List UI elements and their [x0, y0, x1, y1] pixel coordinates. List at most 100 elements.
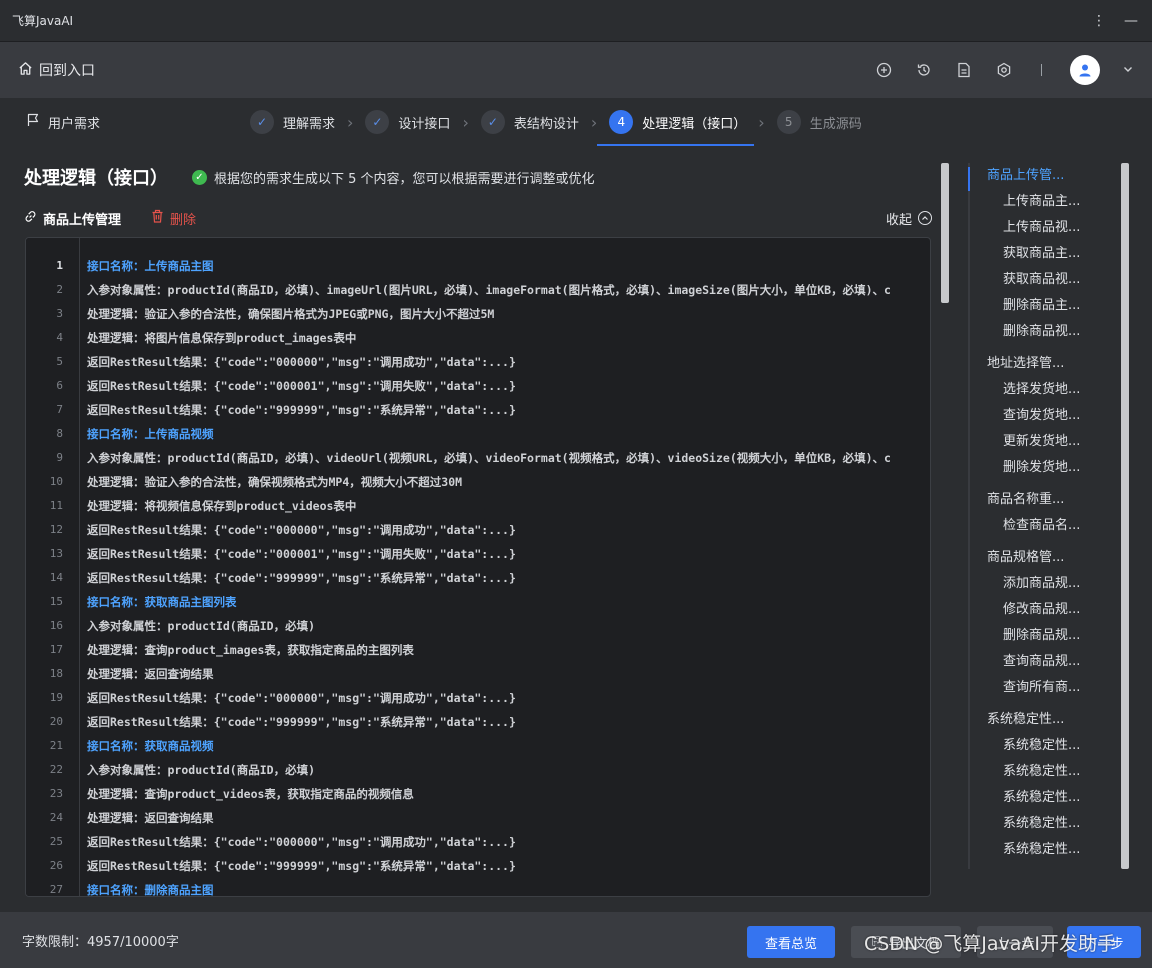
chevron-down-icon[interactable] [1122, 63, 1134, 78]
minimize-icon[interactable]: — [1124, 13, 1138, 29]
outline-item[interactable]: 修改商品规... [970, 597, 1120, 623]
outline-item[interactable]: 系统稳定性... [970, 837, 1120, 863]
step-generate-source[interactable]: 5 生成源码 [776, 98, 862, 146]
char-limit: 字数限制：4957/10000字 [22, 934, 179, 950]
view-overview-button[interactable]: 查看总览 [747, 926, 835, 958]
code-line: 返回RestResult结果：{"code":"999999","msg":"系… [87, 403, 516, 417]
header-divider [1041, 64, 1042, 76]
user-requirement-tab[interactable]: 用户需求 [26, 113, 250, 132]
check-icon: ✓ [480, 110, 505, 134]
code-line: 返回RestResult结果：{"code":"999999","msg":"系… [87, 571, 516, 585]
outline-group[interactable]: 商品规格管... [970, 545, 1120, 571]
step-label: 处理逻辑（接口） [642, 116, 747, 132]
line-number: 21 [49, 739, 63, 752]
outline-group[interactable]: 商品名称重... [970, 487, 1120, 513]
line-number: 25 [49, 835, 63, 848]
line-number: 1 [56, 259, 63, 272]
outline-item[interactable]: 系统稳定性... [970, 733, 1120, 759]
outline-item[interactable]: 系统稳定性... [970, 759, 1120, 785]
history-icon[interactable] [915, 61, 933, 79]
line-number: 2 [56, 283, 63, 296]
code-line: 入参对象属性：productId(商品ID，必填)、videoUrl(视频URL… [87, 451, 891, 465]
outline-item[interactable]: 系统稳定性... [970, 785, 1120, 811]
outline-item[interactable]: 删除商品规... [970, 623, 1120, 649]
api-name-line: 接口名称：删除商品主图 [87, 883, 214, 896]
step-number: 5 [776, 110, 801, 134]
outline-item[interactable]: 获取商品主... [970, 241, 1120, 267]
main-scrollbar[interactable] [941, 163, 949, 303]
api-name-line: 接口名称：上传商品主图 [87, 259, 214, 273]
user-avatar[interactable] [1070, 55, 1100, 85]
outline-item[interactable]: 查询商品规... [970, 649, 1120, 675]
home-icon [18, 61, 33, 80]
line-number: 8 [56, 427, 63, 440]
code-area[interactable]: 接口名称：上传商品主图入参对象属性：productId(商品ID，必填)、ima… [87, 238, 930, 896]
line-number-gutter: 1 2 3 4 5 6 7 8 9 10 11 12 13 14 15 16 17 18 19 20 21 22 23 24 2… [26, 238, 80, 896]
code-line: 返回RestResult结果：{"code":"000001","msg":"调… [87, 379, 516, 393]
outline-item[interactable]: 检查商品名... [970, 513, 1120, 539]
outline-item[interactable]: 删除商品主... [970, 293, 1120, 319]
code-line: 入参对象属性：productId(商品ID，必填)、imageUrl(图片URL… [87, 283, 891, 297]
flag-icon [26, 113, 40, 131]
outline-item[interactable]: 上传商品视... [970, 215, 1120, 241]
step-number: 4 [609, 110, 634, 134]
step-table-design[interactable]: ✓ 表结构设计 [480, 98, 579, 146]
back-to-entry-button[interactable]: 回到入口 [18, 60, 95, 80]
outline-item[interactable]: 更新发货地... [970, 429, 1120, 455]
outline-item[interactable]: 查询所有商... [970, 675, 1120, 701]
module-name-label: 商品上传管理 [43, 212, 122, 228]
previous-step-button[interactable]: 上一步 [977, 926, 1053, 958]
check-icon: ✓ [365, 110, 390, 134]
step-understand[interactable]: ✓ 理解需求 [250, 98, 335, 146]
export-label: 导出文档 [888, 936, 941, 952]
code-editor[interactable]: 1 2 3 4 5 6 7 8 9 10 11 12 13 14 15 16 17 18 19 20 21 22 23 24 2… [25, 237, 931, 897]
step-logic[interactable]: 4 处理逻辑（接口） [597, 98, 755, 146]
code-line: 返回RestResult结果：{"code":"999999","msg":"系… [87, 715, 516, 729]
outline-group[interactable]: 商品上传管... [970, 163, 1120, 189]
outline-group[interactable]: 地址选择管... [970, 351, 1120, 377]
success-check-icon: ✓ [192, 169, 207, 185]
outline-item[interactable]: 系统稳定性... [970, 811, 1120, 837]
outline-item[interactable]: 上传商品主... [970, 189, 1120, 215]
line-number: 14 [49, 571, 63, 584]
trash-icon [151, 209, 164, 227]
outline-item[interactable]: 添加商品规... [970, 571, 1120, 597]
check-icon: ✓ [250, 110, 274, 134]
export-document-button[interactable]: ⎘ 导出文档 [851, 926, 961, 958]
code-line: 返回RestResult结果：{"code":"000000","msg":"调… [87, 355, 516, 369]
title-bar: 飞算JavaAI ⋮ — [0, 0, 1152, 42]
code-line: 处理逻辑：将图片信息保存到product_images表中 [87, 331, 357, 345]
outline-item[interactable]: 删除发货地... [970, 455, 1120, 481]
outline-scrollbar[interactable] [1121, 163, 1129, 869]
code-line: 处理逻辑：查询product_videos表，获取指定商品的视频信息 [87, 787, 414, 801]
outline-item[interactable]: 获取商品视... [970, 267, 1120, 293]
chevron-up-icon [918, 211, 932, 225]
back-to-entry-label: 回到入口 [39, 63, 95, 79]
more-options-icon[interactable]: ⋮ [1092, 13, 1106, 29]
export-icon: ⎘ [871, 934, 883, 950]
outline-group[interactable]: 系统稳定性... [970, 707, 1120, 733]
code-line: 返回RestResult结果：{"code":"000000","msg":"调… [87, 835, 516, 849]
settings-icon[interactable] [995, 61, 1013, 79]
line-number: 4 [56, 331, 63, 344]
add-circle-icon[interactable] [875, 61, 893, 79]
line-number: 16 [49, 619, 63, 632]
code-line: 返回RestResult结果：{"code":"000001","msg":"调… [87, 547, 516, 561]
outline-item[interactable]: 删除商品视... [970, 319, 1120, 345]
code-line: 处理逻辑：返回查询结果 [87, 667, 214, 681]
section-header: 处理逻辑（接口） ✓ 根据您的需求生成以下 5 个内容，您可以根据需要进行调整或… [24, 164, 595, 190]
step-design-api[interactable]: ✓ 设计接口 [365, 98, 450, 146]
delete-module-button[interactable]: 删除 [151, 209, 196, 228]
outline-item[interactable]: 选择发货地... [970, 377, 1120, 403]
collapse-button[interactable]: 收起 [886, 209, 932, 228]
line-number: 3 [56, 307, 63, 320]
api-name-line: 接口名称：获取商品主图列表 [87, 595, 237, 609]
line-number: 18 [49, 667, 63, 680]
line-number: 12 [49, 523, 63, 536]
step-label: 表结构设计 [513, 116, 579, 132]
line-number: 22 [49, 763, 63, 776]
chevron-right-icon: › [462, 112, 469, 132]
document-icon[interactable] [955, 61, 973, 79]
next-step-button[interactable]: 下一步 [1067, 926, 1141, 958]
outline-item[interactable]: 查询发货地... [970, 403, 1120, 429]
